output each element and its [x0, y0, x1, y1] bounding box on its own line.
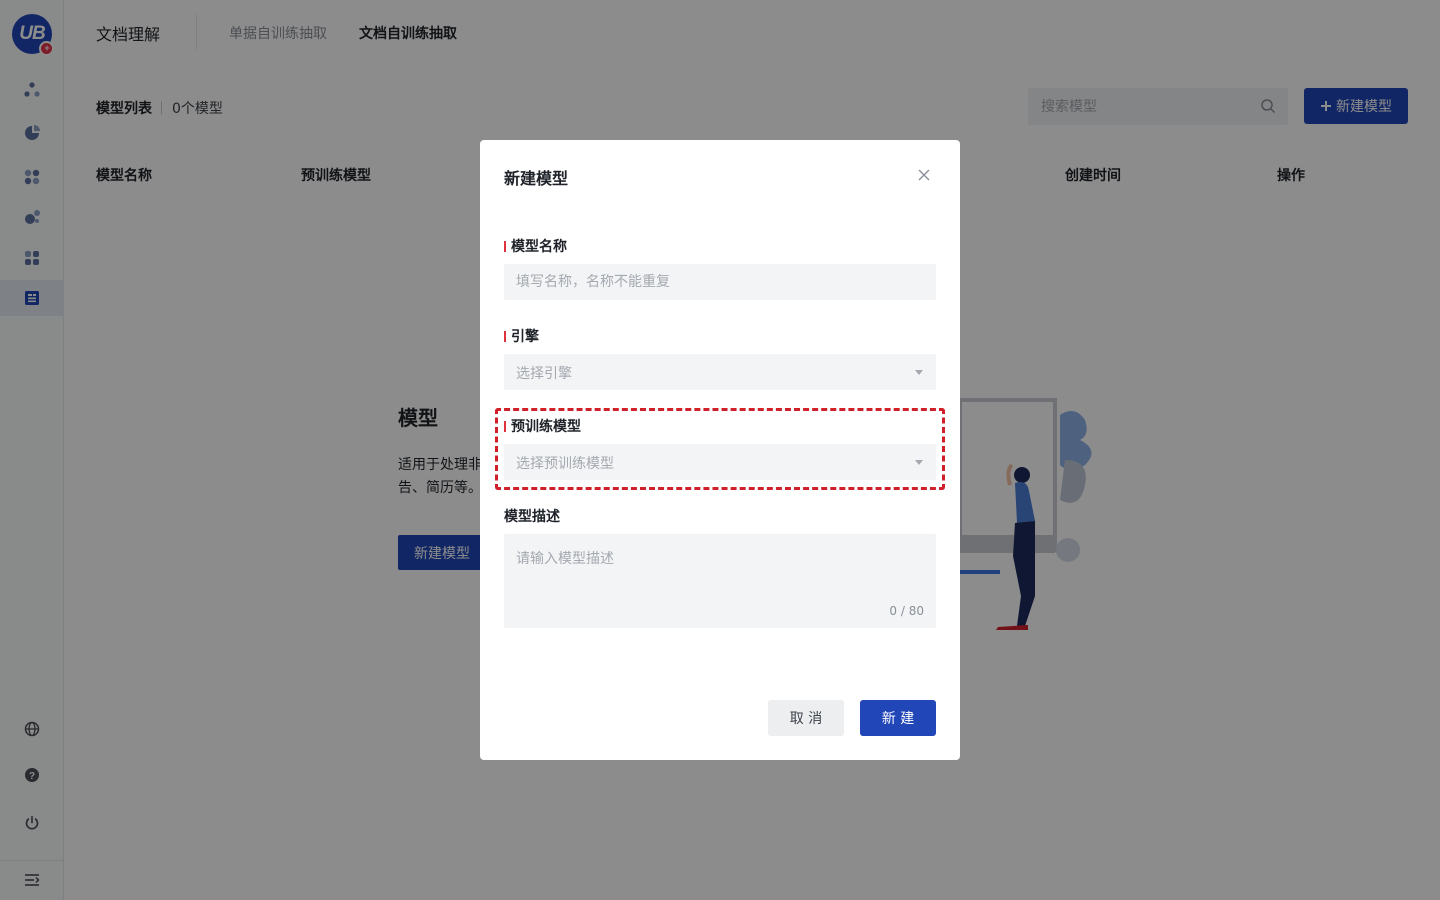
cancel-button[interactable]: 取 消: [768, 700, 844, 736]
create-button[interactable]: 新 建: [860, 700, 936, 736]
close-icon[interactable]: [916, 167, 932, 183]
character-counter: 0 / 80: [889, 604, 924, 618]
required-mark: [504, 240, 506, 252]
dialog-title: 新建模型: [504, 169, 569, 188]
model-name-input[interactable]: [504, 264, 936, 300]
model-description-textarea[interactable]: 请输入模型描述 0 / 80: [504, 534, 936, 628]
engine-label-text: 引擎: [511, 329, 539, 345]
required-mark: [504, 330, 506, 342]
description-placeholder: 请输入模型描述: [516, 551, 614, 567]
model-description-label: 模型描述: [504, 506, 560, 526]
model-name-field: [504, 264, 936, 300]
engine-select-placeholder: 选择引擎: [516, 366, 572, 382]
highlight-annotation: [495, 408, 945, 490]
model-name-label-text: 模型名称: [511, 239, 567, 255]
engine-select[interactable]: 选择引擎: [504, 354, 936, 390]
engine-label: 引擎: [504, 326, 539, 346]
model-description-label-text: 模型描述: [504, 509, 560, 525]
chevron-down-icon: [915, 370, 923, 375]
model-name-label: 模型名称: [504, 236, 567, 256]
